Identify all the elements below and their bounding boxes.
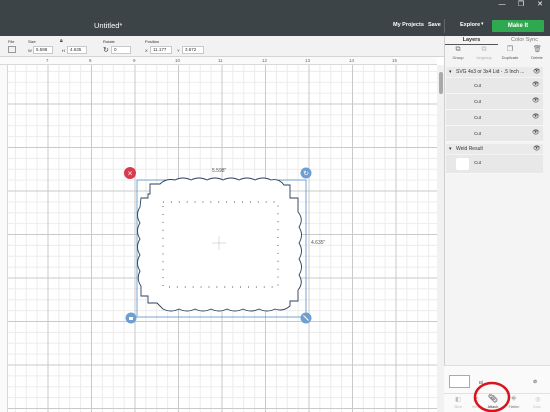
annotation-circle <box>473 381 511 412</box>
annotation-layer <box>473 381 511 412</box>
